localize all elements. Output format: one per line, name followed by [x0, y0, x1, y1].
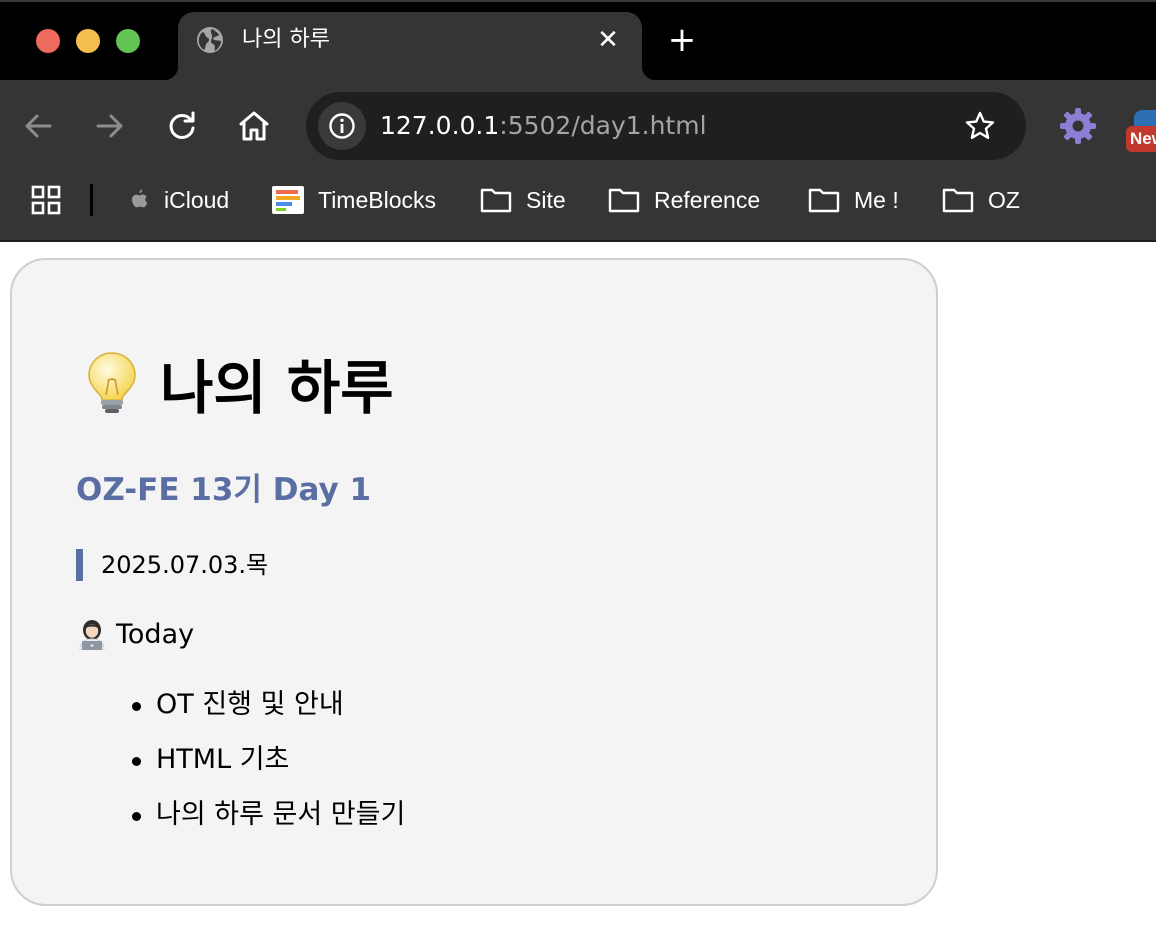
reload-button[interactable]: [164, 108, 200, 144]
arrow-right-icon: [96, 114, 123, 138]
gear-extension-icon[interactable]: [1058, 106, 1098, 146]
today-list: OT 진행 및 안내 HTML 기초 나의 하루 문서 만들기: [131, 686, 405, 851]
url-text[interactable]: 127.0.0.1:5502/day1.html: [380, 110, 707, 142]
bookmark-timeblocks[interactable]: TimeBlocks: [272, 182, 436, 218]
home-icon: [239, 111, 269, 141]
apps-grid-icon[interactable]: [30, 184, 62, 216]
bookmark-star-icon[interactable]: [964, 110, 996, 142]
back-button[interactable]: [20, 108, 56, 144]
address-bar[interactable]: 127.0.0.1:5502/day1.html: [306, 92, 1026, 160]
bookmark-label: iCloud: [164, 186, 230, 213]
extension-button[interactable]: New: [1126, 106, 1156, 154]
bookmark-folder-reference[interactable]: Reference: [608, 182, 760, 218]
window-minimize-button[interactable]: [76, 29, 100, 53]
bookmarks-bar: iCloud TimeBlocks Site Reference Me ! OZ: [0, 172, 1156, 228]
reload-icon: [169, 111, 195, 139]
bookmark-label: OZ: [988, 186, 1020, 213]
list-item: 나의 하루 문서 만들기: [131, 796, 405, 851]
bookmarks-divider: [90, 184, 93, 216]
bookmark-label: Reference: [654, 186, 761, 213]
active-tab[interactable]: 나의 하루 ✕: [164, 12, 656, 80]
apple-icon: [132, 189, 148, 208]
toolbar-divider: [0, 240, 1156, 242]
bookmark-folder-site[interactable]: Site: [480, 182, 566, 218]
new-badge: New: [1126, 126, 1156, 152]
bookmark-label: TimeBlocks: [318, 186, 436, 213]
timeblocks-icon: [272, 186, 304, 214]
folder-icon: [480, 188, 512, 213]
window-close-button[interactable]: [36, 29, 60, 53]
tab-close-icon[interactable]: ✕: [594, 26, 622, 54]
globe-icon: [197, 27, 223, 53]
forward-button[interactable]: [92, 108, 128, 144]
tab-title: 나의 하루: [242, 27, 330, 52]
page-subtitle: OZ-FE 13기 Day 1: [76, 472, 372, 508]
lightbulb-icon: [88, 352, 136, 413]
list-item: HTML 기초: [131, 741, 405, 796]
bookmark-label: Me !: [854, 186, 899, 213]
page-title: 나의 하루: [86, 348, 394, 422]
today-label: Today: [116, 618, 195, 650]
day-card: 나의 하루 OZ-FE 13기 Day 1 2025.07.03.목 Today…: [10, 258, 938, 906]
window-maximize-button[interactable]: [116, 29, 140, 53]
bookmark-folder-me[interactable]: Me !: [808, 182, 899, 218]
page-title-text: 나의 하루: [160, 354, 394, 422]
arrow-left-icon: [25, 114, 52, 138]
tab-strip: 나의 하루 ✕ +: [0, 0, 1156, 80]
bookmark-icloud[interactable]: iCloud: [124, 182, 229, 218]
person-laptop-icon: [79, 620, 105, 650]
site-info-button[interactable]: [318, 102, 366, 150]
home-button[interactable]: [236, 108, 272, 144]
info-icon: [329, 113, 355, 139]
bookmark-folder-oz[interactable]: OZ: [942, 182, 1020, 218]
date-blockquote: 2025.07.03.목: [76, 549, 268, 581]
today-heading: Today: [76, 618, 194, 650]
url-path: :5502/day1.html: [499, 111, 707, 140]
folder-icon: [608, 188, 640, 213]
folder-icon: [808, 188, 840, 213]
list-item: OT 진행 및 안내: [131, 686, 405, 741]
bookmark-label: Site: [526, 186, 566, 213]
new-tab-button[interactable]: +: [666, 23, 698, 57]
url-host: 127.0.0.1: [380, 111, 500, 140]
folder-icon: [942, 188, 974, 213]
